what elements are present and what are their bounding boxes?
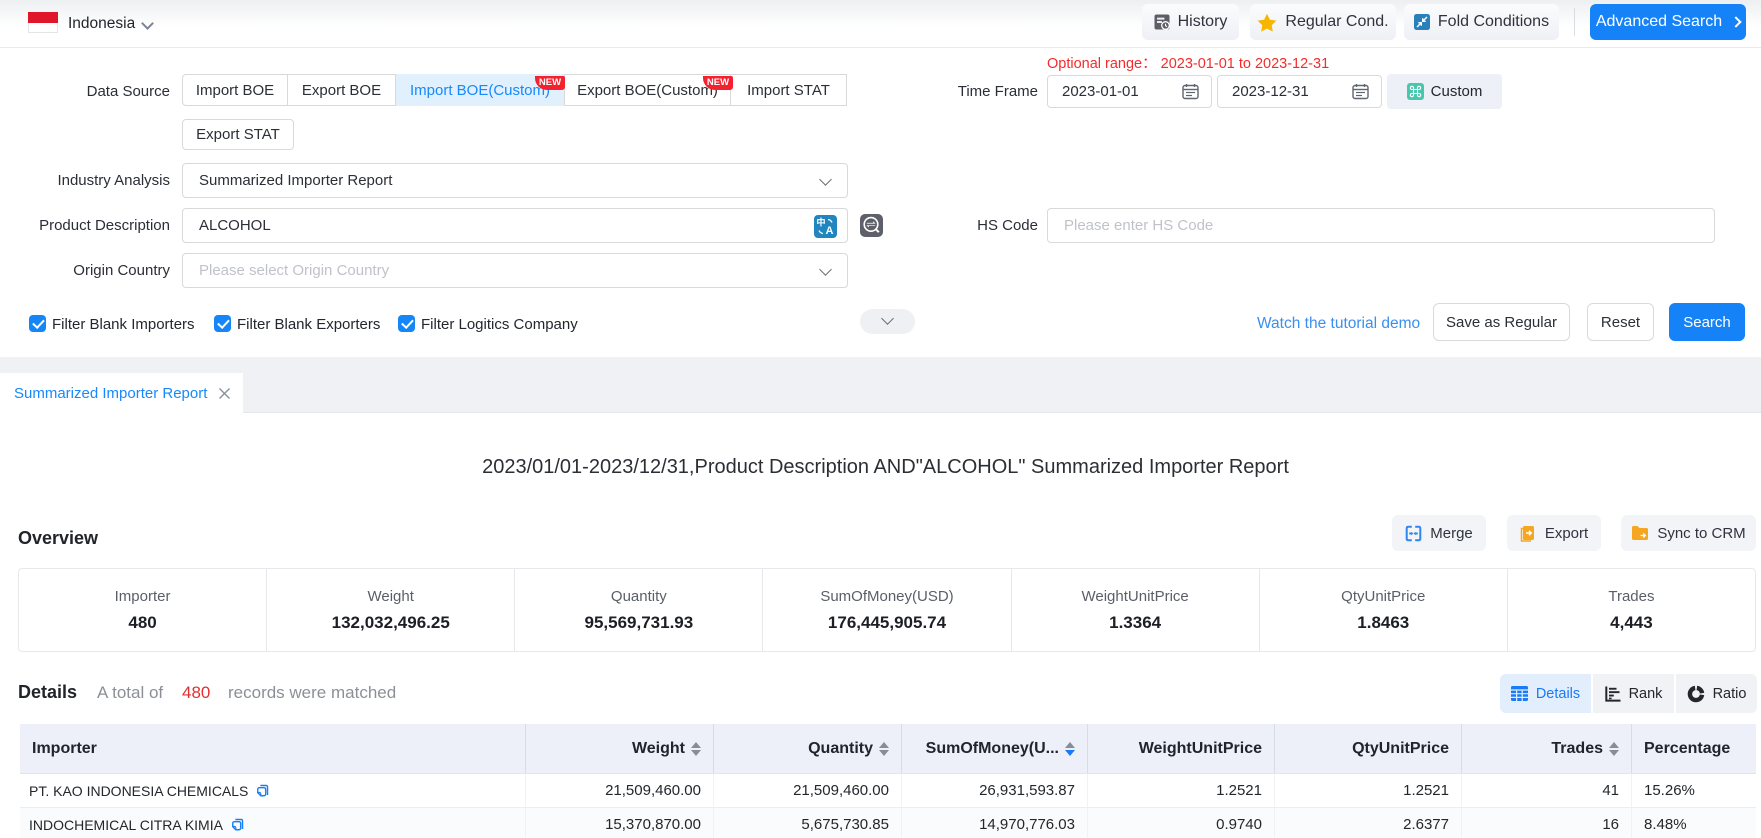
svg-text:中: 中 bbox=[816, 217, 825, 228]
svg-text:A: A bbox=[826, 225, 834, 237]
